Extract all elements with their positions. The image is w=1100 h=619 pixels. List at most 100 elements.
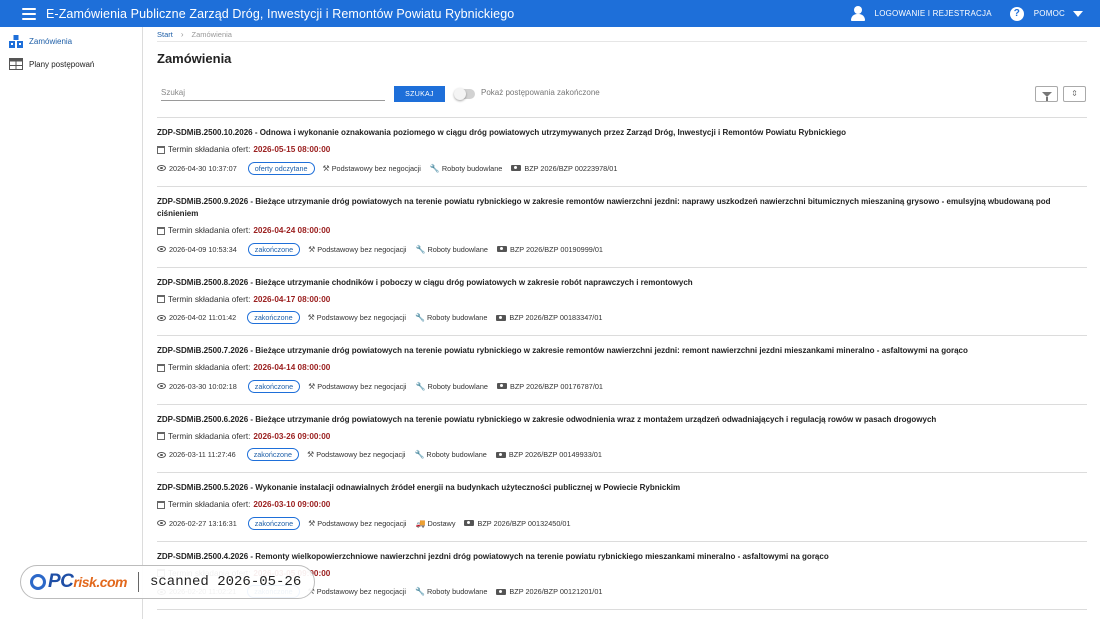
deadline-label: Termin składania ofert:: [168, 500, 251, 509]
top-bar: E-Zamówienia Publiczne Zarząd Dróg, Inwe…: [0, 0, 1100, 27]
deadline-date: 2026-03-10 09:00:00: [253, 500, 331, 509]
order-kind: Roboty budowlane: [426, 450, 487, 459]
bzp-number: BZP 2026/BZP 00132450/01: [477, 518, 571, 528]
order-title-link[interactable]: ZDP-SDMiB.2500.4.2026 - Remonty wielkopo…: [157, 551, 1087, 564]
calendar-icon: [157, 145, 165, 154]
bzp-number: BZP 2026/BZP 00176787/01: [509, 381, 603, 391]
user-icon[interactable]: [850, 6, 865, 21]
breadcrumb: Start › Zamówienia: [157, 27, 1087, 42]
wrench-icon: ⚒: [307, 450, 315, 459]
order-title-link[interactable]: ZDP-SDMiB.2500.10.2026 - Odnowa i wykona…: [157, 127, 1087, 140]
order-deadline: Termin składania ofert: 2026-03-10 09:00:…: [157, 499, 1087, 511]
watermark-divider: [138, 572, 139, 592]
deadline-label: Termin składania ofert:: [168, 363, 251, 372]
order-kind: Roboty budowlane: [427, 381, 488, 391]
order-meta: 2026-02-27 13:16:31 zakończone ⚒ Podstawowy…: [157, 516, 1087, 531]
show-finished-label: Pokaż postępowania zakończone: [481, 88, 600, 97]
bzp-number: BZP 2026/BZP 00223978/01: [524, 163, 618, 173]
order-title-link[interactable]: ZDP-SDMiB.2500.9.2026 - Bieżące utrzyman…: [157, 196, 1087, 221]
published-date: 2026-03-11 11:27:46: [169, 450, 236, 459]
sidebar-item-label: Zamówienia: [29, 37, 73, 46]
bzp-number: BZP 2026/BZP 00149933/01: [508, 450, 602, 459]
bzp-icon: [511, 165, 522, 171]
sidebar-item-plans[interactable]: Plany postępowań: [0, 53, 142, 76]
wrench-icon: ⚒: [308, 518, 316, 528]
calendar-icon: [157, 295, 165, 303]
bzp-icon: [495, 451, 506, 458]
deadline-date: 2026-03-26 09:00:00: [253, 431, 331, 441]
sidebar: Zamówienia Plany postępowań: [0, 27, 143, 619]
order-title-link[interactable]: ZDP-SDMiB.2500.7.2026 - Bieżące utrzyman…: [157, 345, 1087, 358]
status-badge: zakończone: [246, 448, 300, 461]
procedure-mode: Podstawowy bez negocjacji: [316, 313, 406, 322]
help-link[interactable]: POMOC: [1034, 9, 1065, 18]
status-badge: zakończone: [247, 311, 300, 324]
bzp-icon: [496, 588, 507, 595]
top-right-actions: LOGOWANIE I REJESTRACJA ? POMOC: [850, 0, 1100, 27]
order-title-link[interactable]: ZDP-SDMiB.2500.6.2026 - Bieżące utrzyman…: [157, 414, 1087, 427]
bzp-icon: [496, 314, 507, 321]
procedure-mode: Podstawowy bez negocjacji: [317, 244, 407, 254]
deadline-date: 2026-04-14 08:00:00: [253, 363, 331, 372]
breadcrumb-current: Zamówienia: [191, 29, 232, 39]
wrench-icon: ⚒: [308, 381, 316, 391]
login-link[interactable]: LOGOWANIE I REJESTRACJA: [875, 9, 992, 18]
app-title: E-Zamówienia Publiczne Zarząd Dróg, Inwe…: [46, 6, 515, 21]
pcrisk-logo: PCrisk.com: [30, 571, 127, 593]
filter-bar: SZUKAJ Pokaż postępowania zakończone ⇕: [157, 80, 1087, 110]
order-item: ZDP-SDMiB.2500.9.2026 - Bieżące utrzyman…: [157, 187, 1087, 268]
order-title-link[interactable]: ZDP-SDMiB.2500.5.2026 - Wykonanie instal…: [157, 482, 1087, 495]
eye-icon: [157, 520, 166, 526]
order-item: ZDP-SDMiB.2500.5.2026 - Wykonanie instal…: [157, 473, 1087, 542]
breadcrumb-start-link[interactable]: Start: [157, 30, 173, 39]
menu-icon[interactable]: [22, 7, 36, 20]
order-meta: 2026-04-30 10:37:07 oferty odczytane ⚒ Pods…: [157, 161, 1087, 176]
wrench-icon: 🔧: [414, 313, 425, 322]
published-date: 2026-04-30 10:37:07: [169, 163, 237, 173]
wrench-icon: 🔧: [429, 163, 440, 173]
sort-icon: ⇕: [1071, 89, 1078, 98]
eye-icon: [157, 451, 166, 458]
truck-icon: 🚚: [415, 518, 426, 528]
status-badge: zakończone: [247, 379, 301, 393]
order-item: ZDP-SDMiB.2500.10.2026 - Odnowa i wykona…: [157, 118, 1087, 187]
show-finished-toggle[interactable]: [454, 88, 475, 100]
deadline-label: Termin składania ofert:: [168, 145, 251, 154]
wrench-icon: 🔧: [415, 381, 426, 391]
order-deadline: Termin składania ofert: 2026-04-17 08:00:…: [157, 293, 1087, 305]
page-title: Zamówienia: [157, 51, 232, 66]
wrench-icon: ⚒: [308, 244, 316, 254]
calendar-icon: [157, 432, 165, 440]
order-item: ZDP-SDMiB.2500.8.2026 - Bieżące utrzyman…: [157, 268, 1087, 336]
bzp-number: BZP 2026/BZP 00183347/01: [509, 313, 603, 322]
status-badge: oferty odczytane: [247, 161, 315, 175]
order-title-link[interactable]: ZDP-SDMiB.2500.8.2026 - Bieżące utrzyman…: [157, 277, 1087, 290]
logo-ring-icon: [30, 574, 46, 590]
orders-list: ZDP-SDMiB.2500.10.2026 - Odnowa i wykona…: [157, 117, 1087, 610]
chevron-down-icon[interactable]: [1073, 10, 1083, 17]
order-item: ZDP-SDMiB.2500.7.2026 - Bieżące utrzyman…: [157, 336, 1087, 405]
chevron-right-icon: ›: [180, 29, 184, 39]
wrench-icon: 🔧: [414, 587, 425, 596]
order-deadline: Termin składania ofert: 2026-03-26 09:00:…: [157, 430, 1087, 442]
procedure-mode: Podstawowy bez negocjacji: [316, 450, 406, 459]
help-icon[interactable]: ?: [1009, 6, 1024, 21]
order-kind: Roboty budowlane: [426, 313, 488, 322]
scan-date-text: scanned 2026-05-26: [150, 574, 302, 590]
filter-button[interactable]: [1035, 86, 1058, 102]
published-date: 2026-04-09 10:53:34: [169, 244, 237, 254]
search-button[interactable]: SZUKAJ: [394, 86, 445, 102]
published-date: 2026-03-30 10:02:18: [169, 381, 237, 391]
search-input[interactable]: [161, 84, 385, 101]
order-meta: 2026-04-02 11:01:42 zakończone ⚒ Podstawowy…: [157, 310, 1087, 325]
order-kind: Roboty budowlane: [427, 244, 488, 254]
wrench-icon: 🔧: [414, 450, 425, 459]
order-kind: Roboty budowlane: [441, 163, 503, 173]
sidebar-item-orders[interactable]: Zamówienia: [0, 30, 142, 53]
deadline-date: 2026-04-24 08:00:00: [253, 226, 331, 235]
order-kind: Roboty budowlane: [426, 587, 488, 596]
sort-button[interactable]: ⇕: [1063, 86, 1086, 102]
bzp-icon: [464, 520, 475, 526]
deadline-date: 2026-05-15 08:00:00: [253, 145, 331, 154]
plans-table-icon: [9, 58, 23, 70]
